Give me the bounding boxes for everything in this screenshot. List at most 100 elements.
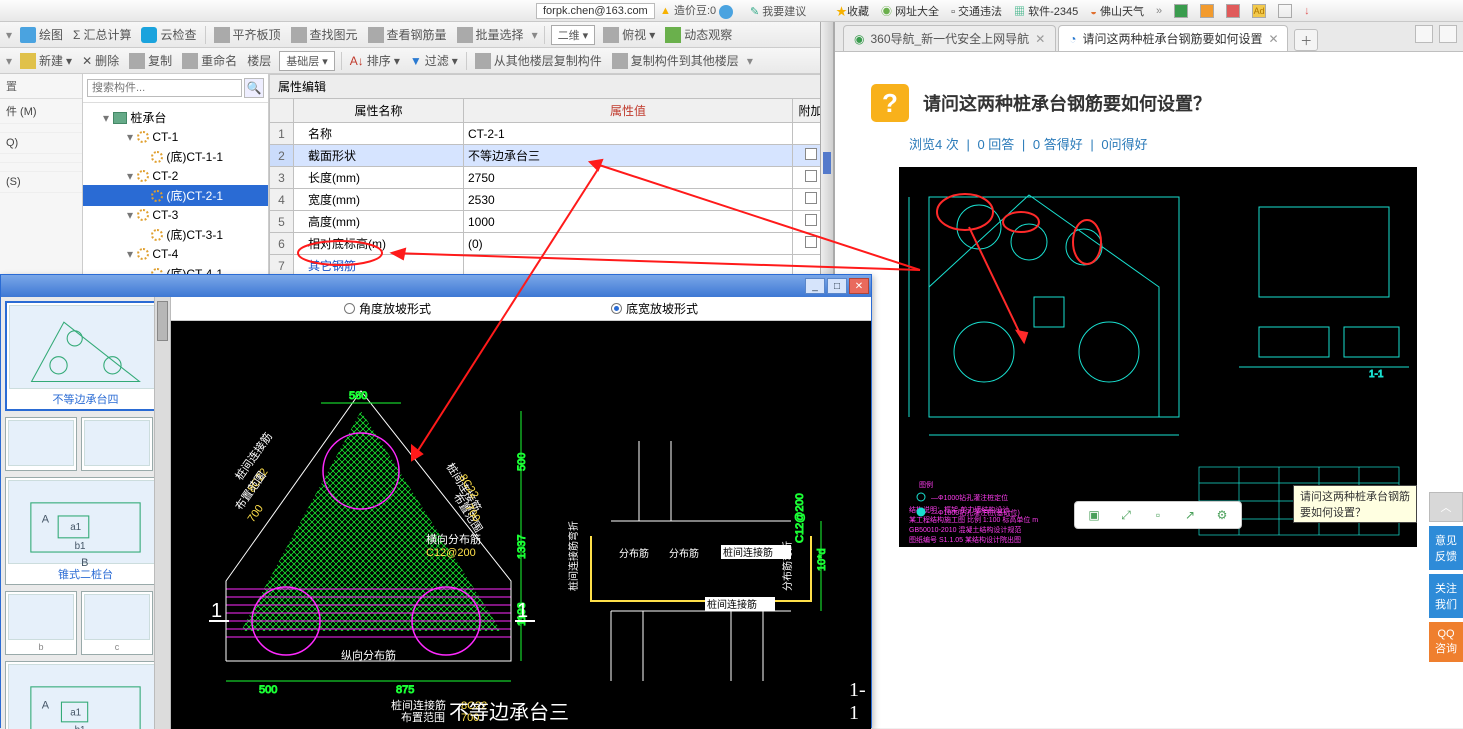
feedback-button[interactable]: 意见反馈 — [1429, 526, 1463, 570]
bm-rj2345[interactable]: ▦ 软件-2345 — [1014, 3, 1078, 19]
tree-node[interactable]: ▾ CT-2 — [83, 167, 268, 185]
btn-orbit[interactable]: 动态观察 — [663, 26, 734, 43]
shape-picker-window: _ □ ✕ 不等边承台四 Aa1b1B 锥式二桩台 b c Aa1b1 — [0, 274, 872, 728]
tree-node[interactable]: ▾ CT-4 — [83, 245, 268, 263]
thumb-scrollbar[interactable] — [154, 297, 170, 729]
viewmode-select[interactable]: 二维 ▾ — [551, 25, 596, 45]
dock-row[interactable]: Q) — [0, 133, 82, 154]
tab-tools — [1415, 25, 1457, 43]
btn-sum[interactable]: Σ 汇总计算 — [71, 26, 133, 43]
dock-row[interactable]: (S) — [0, 172, 82, 193]
tab-close-icon[interactable]: ✕ — [1035, 32, 1045, 46]
close-button[interactable]: ✕ — [849, 278, 869, 294]
property-row[interactable]: 4宽度(mm)2530 — [270, 189, 829, 211]
btn-draw[interactable]: 绘图 — [18, 26, 65, 43]
search-button[interactable]: 🔍 — [244, 78, 264, 98]
follow-button[interactable]: 关注我们 — [1429, 574, 1463, 618]
svg-text:500: 500 — [516, 453, 528, 471]
canvas-caption-1: 不等边承台三 — [449, 696, 569, 725]
btn-del[interactable]: ✕ 删除 — [80, 52, 121, 69]
btn-new[interactable]: 新建 ▾ — [18, 52, 74, 69]
thumb-card[interactable]: b — [5, 591, 77, 655]
dock-row[interactable]: 件 (M) — [0, 99, 82, 124]
btn-cloud-check[interactable]: 云检查 — [139, 26, 198, 43]
thumbnail-list[interactable]: 不等边承台四 Aa1b1B 锥式二桩台 b c Aa1b1 锥式四桩台 — [1, 297, 171, 729]
btn-pqbd[interactable]: 平齐板顶 — [212, 26, 283, 43]
col-name: 属性名称 — [294, 99, 464, 123]
bm-jtwf[interactable]: ▫ 交通违法 — [951, 3, 1002, 19]
max-button[interactable]: □ — [827, 278, 847, 294]
system-bar: forpk.chen@163.com ▲ 造价豆:0 ✎ 我要建议 ★收藏 ◉ … — [0, 0, 1463, 22]
bm-wzdq[interactable]: ◉ 网址大全 — [881, 3, 939, 19]
btn-rename[interactable]: 重命名 — [180, 52, 239, 69]
floor-label: 楼层 — [245, 52, 273, 69]
dock-row[interactable] — [0, 163, 82, 172]
back-to-top[interactable]: ︿ — [1429, 492, 1463, 522]
btn-rebar-qty[interactable]: 查看钢筋量 — [366, 26, 449, 43]
browser-tabs: ◉360导航_新一代安全上网导航✕ ◔请问这两种桩承台钢筋要如何设置✕ ＋ — [835, 22, 1463, 52]
tab-question[interactable]: ◔请问这两种桩承台钢筋要如何设置✕ — [1058, 25, 1288, 51]
property-row[interactable]: 2截面形状不等边承台三 — [270, 145, 829, 167]
btn-sort[interactable]: A↓排序 ▾ — [348, 52, 402, 69]
email-field[interactable]: forpk.chen@163.com — [536, 3, 655, 19]
image-toolbar: ▣ ⤢ ▫ ↗ ⚙ — [1074, 501, 1242, 529]
svg-text:B: B — [81, 557, 88, 568]
splitter[interactable] — [820, 22, 834, 282]
svg-text:分布筋弯折: 分布筋弯折 — [781, 541, 794, 591]
btn-batch-sel[interactable]: 批量选择 — [455, 26, 526, 43]
btn-find[interactable]: 查找图元 — [289, 26, 360, 43]
svg-text:纵向分布筋: 纵向分布筋 — [341, 648, 396, 662]
child-titlebar[interactable]: _ □ ✕ — [1, 275, 871, 297]
image-tooltip: 请问这两种桩承台钢筋要如何设置？ — [1293, 485, 1417, 523]
btn-copy[interactable]: 复制 — [127, 52, 174, 69]
thumb-card[interactable] — [5, 417, 77, 471]
col-value: 属性值 — [464, 99, 793, 123]
tree-node[interactable]: ▾ CT-3 — [83, 206, 268, 224]
property-row[interactable]: 5高度(mm)1000 — [270, 211, 829, 233]
tree-leaf[interactable]: (底)CT-3-1 — [83, 224, 268, 245]
shape-canvas[interactable]: 500 875 580 500 1337 1193 桩间连接筋 8C22 布置范… — [171, 321, 871, 729]
suggest-link[interactable]: ✎ 我要建议 — [750, 3, 806, 19]
tree-node[interactable]: ▾ CT-1 — [83, 128, 268, 146]
thumb-card[interactable] — [81, 417, 153, 471]
min-button[interactable]: _ — [805, 278, 825, 294]
img-fit-icon[interactable]: ▣ — [1085, 506, 1103, 524]
svg-text:1337: 1337 — [516, 535, 528, 559]
search-input[interactable] — [87, 79, 242, 97]
property-row[interactable]: 1名称CT-2-1 — [270, 123, 829, 145]
tree-leaf[interactable]: (底)CT-1-1 — [83, 146, 268, 167]
floor-select[interactable]: 基础层 ▾ — [279, 51, 335, 71]
toolbar-1: ▾ 绘图 Σ 汇总计算 云检查 平齐板顶 查找图元 查看钢筋量 批量选择 ▾ 二… — [0, 22, 835, 48]
img-expand-icon[interactable]: ⤢ — [1117, 506, 1135, 524]
property-row[interactable]: 6相对底标高(m)(0) — [270, 233, 829, 255]
thumb-card[interactable]: Aa1b1B 锥式二桩台 — [5, 477, 166, 585]
btn-copy-from-floor[interactable]: 从其他楼层复制构件 — [473, 52, 604, 69]
btn-copy-to-floor[interactable]: 复制构件到其他楼层 — [610, 52, 741, 69]
property-row[interactable]: 3长度(mm)2750 — [270, 167, 829, 189]
thumb-card[interactable]: Aa1b1 锥式四桩台 — [5, 661, 166, 729]
restore-tab-icon[interactable] — [1415, 25, 1433, 43]
question-image[interactable]: 1-1 结构说明：框架-剪力墙结构设计... 某工程结构施工图 比例 1:100… — [899, 167, 1417, 547]
radio-angle[interactable]: 角度放坡形式 — [344, 300, 431, 317]
dock-hdr: 置 — [0, 74, 82, 99]
dock-row[interactable] — [0, 124, 82, 133]
dock-row[interactable] — [0, 154, 82, 163]
qq-button[interactable]: QQ咨询 — [1429, 622, 1463, 662]
bm-fstq[interactable]: ◒ 佛山天气 — [1090, 3, 1144, 19]
img-share-icon[interactable]: ↗ — [1181, 506, 1199, 524]
tab-close-icon[interactable]: ✕ — [1269, 32, 1279, 46]
thumb-card[interactable]: 不等边承台四 — [5, 301, 166, 411]
toolbar-2: ▾ 新建 ▾ ✕ 删除 复制 重命名 楼层 基础层 ▾ A↓排序 ▾ ▼过滤 ▾… — [0, 48, 835, 74]
fav-button[interactable]: ★收藏 — [836, 3, 869, 19]
btn-topview[interactable]: 俯视 ▾ — [601, 26, 657, 43]
tree-leaf[interactable]: (底)CT-2-1 — [83, 185, 268, 206]
btn-filter[interactable]: ▼过滤 ▾ — [408, 52, 460, 69]
tab-menu-icon[interactable] — [1439, 25, 1457, 43]
thumb-card[interactable]: c — [81, 591, 153, 655]
radio-width[interactable]: 底宽放坡形式 — [611, 300, 698, 317]
img-settings-icon[interactable]: ⚙ — [1213, 506, 1231, 524]
tab-360[interactable]: ◉360导航_新一代安全上网导航✕ — [843, 25, 1056, 51]
img-save-icon[interactable]: ▫ — [1149, 506, 1167, 524]
tree-root[interactable]: ▾ 桩承台 — [83, 107, 268, 128]
new-tab-button[interactable]: ＋ — [1294, 29, 1318, 51]
